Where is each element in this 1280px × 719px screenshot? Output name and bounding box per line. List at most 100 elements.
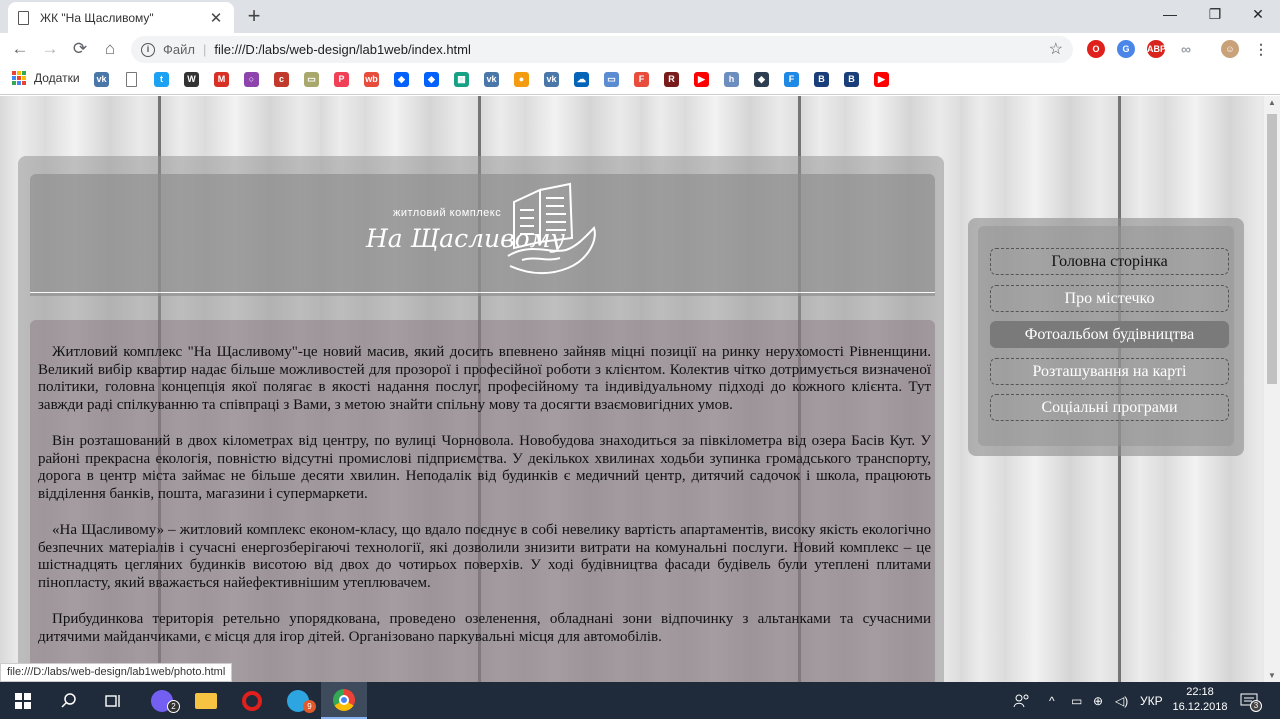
bookmark-page-icon[interactable] [126,72,137,87]
bookmark-b-2-icon[interactable]: B [844,72,859,87]
menu-item-social[interactable]: Соціальні програми [990,394,1229,421]
bookmark-web-icon[interactable]: wb [364,72,379,87]
bookmark-pocket-icon[interactable]: P [334,72,349,87]
telegram-badge: 9 [303,700,316,713]
opera-browser-icon [242,690,262,711]
menu-item-photoalbum[interactable]: Фотоальбом будівництва [990,321,1229,348]
menu-item-about[interactable]: Про містечко [990,285,1229,312]
menu-icon[interactable]: ⋮ [1252,40,1270,58]
explorer-taskbar-item[interactable] [183,682,229,719]
bookmark-image-icon[interactable]: ▭ [304,72,319,87]
address-bar[interactable]: i Файл | file:///D:/labs/web-design/lab1… [131,36,1073,63]
scroll-down-icon[interactable]: ▼ [1264,671,1280,680]
telegram-taskbar-item[interactable]: 9 [275,682,321,719]
infinity-icon[interactable]: ∞ [1177,40,1195,58]
folder-icon [195,692,217,709]
bookmark-youtube-icon[interactable]: ▶ [694,72,709,87]
bookmark-vk-3-icon[interactable]: vk [544,72,559,87]
logo-building-hand-icon [507,182,596,274]
bookmark-curl-icon[interactable]: c [274,72,289,87]
bookmark-dropbox-icon[interactable]: ◆ [394,72,409,87]
bookmark-orange-circle-icon[interactable]: ● [514,72,529,87]
bookmark-f-blue-icon[interactable]: F [784,72,799,87]
forward-button[interactable]: → [39,38,61,60]
close-window-button[interactable]: ✕ [1236,2,1280,26]
clock-date: 16.12.2018 [1172,701,1228,713]
bookmark-vk-2-icon[interactable]: vk [484,72,499,87]
globe-icon[interactable]: ⊕ [1093,682,1103,719]
bookmark-f-icon[interactable]: F [634,72,649,87]
profile-avatar-icon[interactable]: ☺ [1221,40,1239,58]
bookmark-slides-icon[interactable]: ▭ [604,72,619,87]
bookmarks-bar: Додатки vk t W M ○ c ▭ Pwb ◆ ◆ ▦ vk ● vk ☁ ▭ F R ▶ h ◆ F B B ▶ [0,65,1280,95]
bookmark-onedrive-icon[interactable]: ☁ [574,72,589,87]
search-icon [61,692,76,708]
tab-title: ЖК "На Щасливому" [40,10,154,25]
bookmark-circle-icon[interactable]: ○ [244,72,259,87]
battery-icon[interactable]: ▭ [1071,682,1082,719]
logo-subtitle: житловий комплекс [393,207,502,219]
new-tab-button[interactable]: + [243,4,265,28]
translate-icon[interactable]: G [1117,40,1135,58]
bookmark-vk-icon[interactable]: vk [94,72,109,87]
bookmark-drop-icon[interactable]: ◆ [754,72,769,87]
clock-time: 22:18 [1186,686,1214,698]
notifications-icon[interactable]: 3 [1240,682,1262,719]
bookmark-b-icon[interactable]: B [814,72,829,87]
task-view-button[interactable] [90,682,136,719]
adblock-icon[interactable]: ABP [1147,40,1166,58]
bookmark-dropbox-2-icon[interactable]: ◆ [424,72,439,87]
vertical-scrollbar[interactable]: ▲ ▼ [1264,96,1280,682]
url-text[interactable]: file:///D:/labs/web-design/lab1web/index… [214,42,471,57]
bookmark-gmail-icon[interactable]: M [214,72,229,87]
paragraph-intro: Житловий комплекс "На Щасливому"-це нови… [38,344,931,413]
bookmark-star-icon[interactable]: ☆ [1049,39,1063,59]
bookmark-h-icon[interactable]: h [724,72,739,87]
task-view-icon [105,694,120,707]
viber-taskbar-item[interactable]: 2 [139,682,185,719]
scheme-label: Файл [163,42,195,57]
apps-shortcut[interactable]: Додатки [12,71,80,85]
paragraph-economy: «На Щасливому» – житловий комплекс еконо… [38,522,931,591]
viber-badge: 2 [167,700,180,713]
opera-taskbar-item[interactable] [229,682,275,719]
title-bar: ЖК "На Щасливому" ✕ + — ❐ ✕ [0,0,1280,33]
header-divider [30,292,935,293]
address-separator: | [202,42,207,57]
chrome-taskbar-item[interactable] [321,682,367,719]
home-button[interactable]: ⌂ [99,38,121,60]
scrollbar-thumb[interactable] [1267,114,1277,384]
scroll-up-icon[interactable]: ▲ [1264,98,1280,107]
bookmark-youtube-2-icon[interactable]: ▶ [874,72,889,87]
volume-icon[interactable]: ◁) [1115,682,1128,719]
start-button[interactable] [0,682,46,719]
apps-grid-icon [12,71,26,85]
search-button[interactable] [46,682,92,719]
tab-close-icon[interactable]: ✕ [208,9,224,27]
content-panel: Житловий комплекс "На Щасливому"-це нови… [30,320,935,682]
back-button[interactable]: ← [9,38,31,60]
bookmark-grid-icon[interactable]: ▦ [454,72,469,87]
page-layer: житловий комплекс На Щасливому Житловий … [0,96,1264,682]
bookmark-r-icon[interactable]: R [664,72,679,87]
document-icon [18,10,29,25]
notification-badge: 3 [1250,700,1262,712]
menu-item-map[interactable]: Розташування на карті [990,358,1229,385]
reload-button[interactable]: ⟳ [69,38,91,60]
language-indicator[interactable]: УКР [1140,682,1163,719]
opera-icon[interactable]: O [1087,40,1105,58]
menu-item-home[interactable]: Головна сторінка [990,248,1229,275]
windows-taskbar: 2 9 ^ ▭ ⊕ ◁) УКР 22:18 16.12.2018 3 [0,682,1280,719]
minimize-button[interactable]: — [1148,2,1192,26]
people-icon[interactable] [1013,682,1031,719]
chevron-up-icon[interactable]: ^ [1049,682,1055,719]
bookmark-twitter-icon[interactable]: t [154,72,169,87]
clock[interactable]: 22:18 16.12.2018 [1165,685,1235,715]
maximize-button[interactable]: ❐ [1193,2,1237,26]
bookmark-wikipedia-icon[interactable]: W [184,72,199,87]
browser-toolbar: ← → ⟳ ⌂ i Файл | file:///D:/labs/web-des… [0,33,1280,65]
info-icon[interactable]: i [141,42,155,57]
browser-tab[interactable]: ЖК "На Щасливому" ✕ [8,2,234,33]
apps-label: Додатки [34,71,80,85]
windows-logo-icon [15,692,31,709]
